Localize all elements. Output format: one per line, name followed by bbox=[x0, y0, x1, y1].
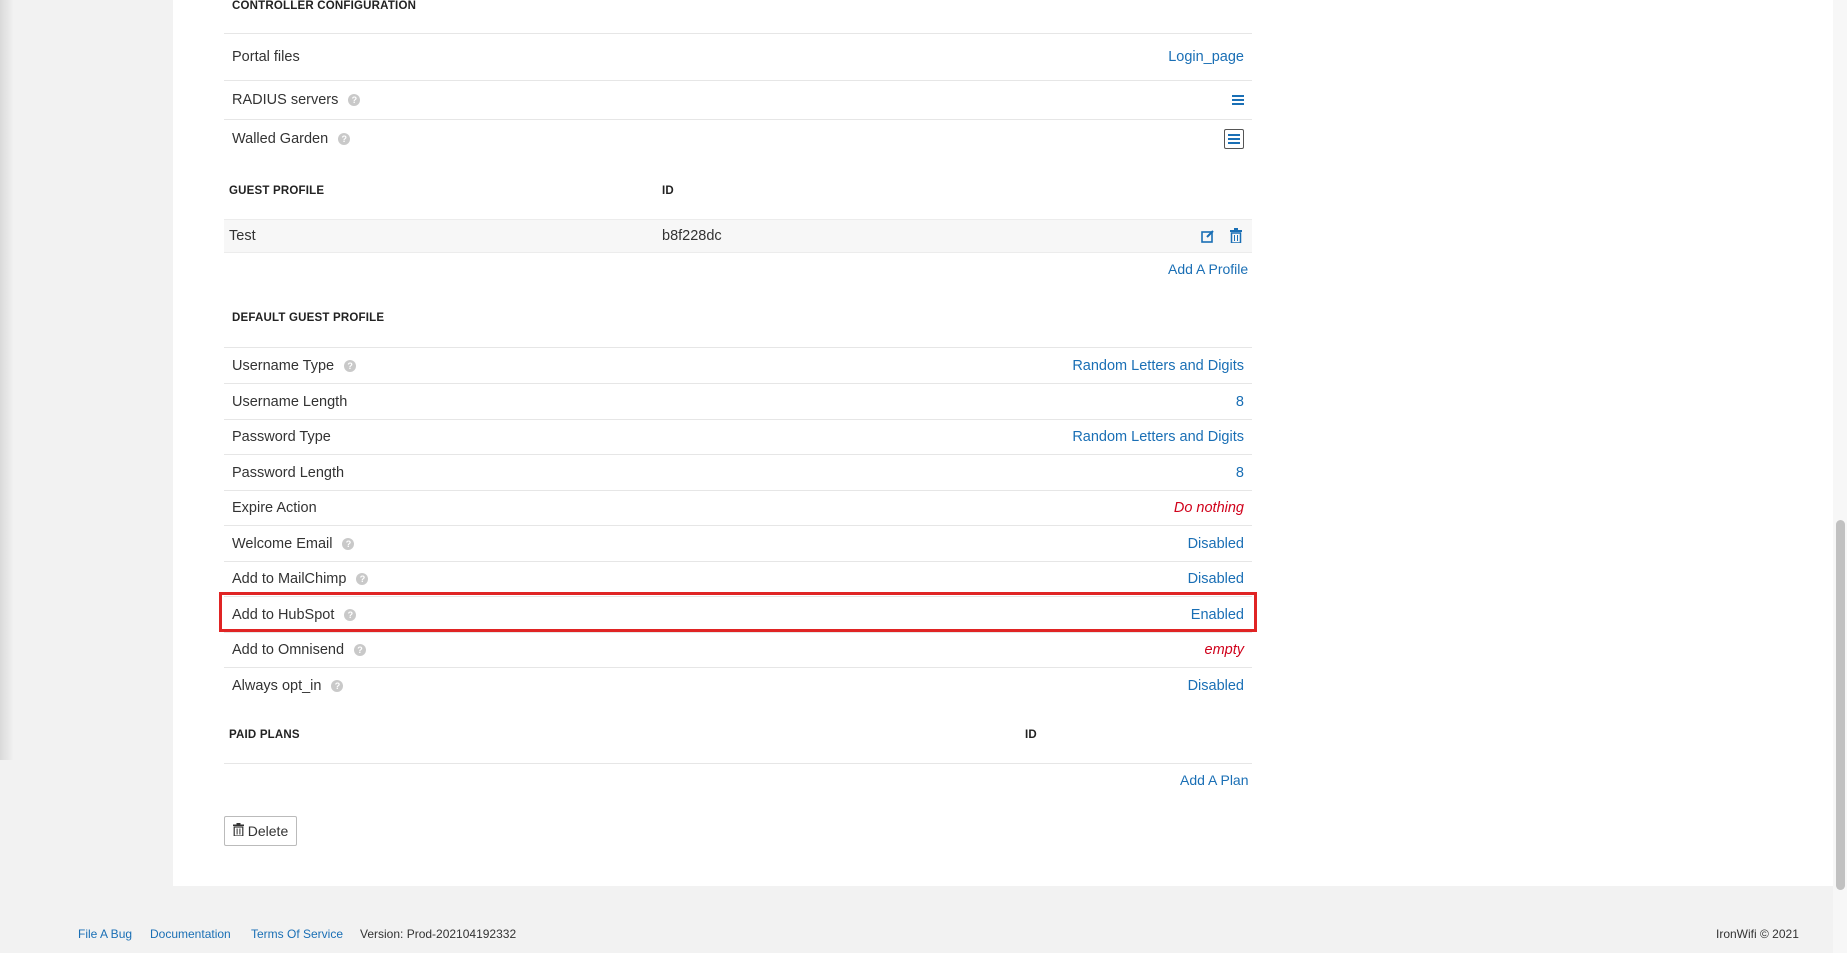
trash-icon bbox=[232, 823, 244, 839]
row-add-to-mailchimp: Add to MailChimp? Disabled bbox=[224, 561, 1252, 596]
row-label: RADIUS servers bbox=[232, 92, 339, 108]
list-icon[interactable] bbox=[1232, 94, 1244, 106]
highlight-box bbox=[219, 592, 1257, 632]
password-length-value[interactable]: 8 bbox=[1236, 465, 1244, 481]
row-welcome-email: Welcome Email? Disabled bbox=[224, 525, 1252, 561]
scrollbar-thumb[interactable] bbox=[1836, 520, 1845, 890]
row-label: Username Length bbox=[232, 393, 348, 410]
row-username-type: Username Type? Random Letters and Digits bbox=[224, 347, 1252, 383]
help-icon[interactable]: ? bbox=[338, 133, 351, 145]
help-icon[interactable]: ? bbox=[354, 644, 367, 656]
default-guest-profile-title: DEFAULT GUEST PROFILE bbox=[232, 312, 385, 324]
expire-action-value[interactable]: Do nothing bbox=[1174, 500, 1244, 516]
portal-files-link[interactable]: Login_page bbox=[1168, 49, 1244, 65]
row-label: Welcome Email bbox=[232, 535, 333, 552]
divider bbox=[224, 763, 1252, 764]
guest-profile-name: Test bbox=[229, 228, 256, 244]
trash-icon[interactable] bbox=[1230, 228, 1242, 247]
always-opt-in-value[interactable]: Disabled bbox=[1188, 678, 1244, 694]
help-icon[interactable]: ? bbox=[348, 94, 361, 106]
row-label: Always opt_in bbox=[232, 677, 322, 694]
welcome-email-value[interactable]: Disabled bbox=[1188, 536, 1244, 552]
row-expire-action: Expire Action Do nothing bbox=[224, 490, 1252, 525]
help-icon[interactable]: ? bbox=[331, 679, 344, 692]
controller-config-title: CONTROLLER CONFIGURATION bbox=[232, 0, 417, 12]
guest-profile-id-header: ID bbox=[662, 185, 674, 197]
row-label: Password Length bbox=[232, 464, 345, 481]
help-icon[interactable]: ? bbox=[356, 573, 369, 585]
username-length-value[interactable]: 8 bbox=[1236, 394, 1244, 410]
add-plan-link[interactable]: Add A Plan bbox=[1180, 772, 1249, 788]
row-label: Add to Omnisend bbox=[232, 642, 345, 658]
paid-plans-id-header: ID bbox=[1025, 729, 1037, 741]
row-walled-garden: Walled Garden ? bbox=[224, 119, 1252, 158]
row-username-length: Username Length 8 bbox=[224, 383, 1252, 419]
row-label: Username Type bbox=[232, 357, 335, 374]
footer-link-documentation[interactable]: Documentation bbox=[150, 927, 231, 941]
scrollbar-track[interactable] bbox=[1833, 0, 1847, 953]
help-icon[interactable]: ? bbox=[344, 359, 357, 372]
row-label: Expire Action bbox=[232, 500, 317, 516]
username-type-value[interactable]: Random Letters and Digits bbox=[1072, 358, 1244, 374]
left-sidebar-shadow bbox=[0, 0, 14, 760]
omnisend-value[interactable]: empty bbox=[1205, 642, 1245, 658]
password-type-value[interactable]: Random Letters and Digits bbox=[1072, 429, 1244, 445]
row-label: Password Type bbox=[232, 429, 331, 445]
mailchimp-value[interactable]: Disabled bbox=[1188, 571, 1244, 587]
help-icon[interactable]: ? bbox=[342, 537, 355, 550]
edit-icon[interactable] bbox=[1201, 229, 1215, 247]
row-portal-files: Portal files Login_page bbox=[224, 33, 1252, 80]
guest-profile-header: GUEST PROFILE bbox=[229, 185, 325, 197]
row-always-opt-in: Always opt_in? Disabled bbox=[224, 667, 1252, 703]
footer-copyright: IronWifi © 2021 bbox=[1716, 927, 1799, 941]
paid-plans-header: PAID PLANS bbox=[229, 729, 300, 741]
row-password-type: Password Type Random Letters and Digits bbox=[224, 419, 1252, 454]
guest-profile-row: Test b8f228dc bbox=[224, 219, 1252, 253]
footer-version: Version: Prod-202104192332 bbox=[360, 927, 517, 941]
add-profile-link[interactable]: Add A Profile bbox=[1168, 261, 1248, 277]
row-label: Add to MailChimp bbox=[232, 571, 347, 587]
guest-profile-id: b8f228dc bbox=[662, 228, 722, 244]
row-label: Portal files bbox=[232, 49, 300, 65]
row-password-length: Password Length 8 bbox=[224, 454, 1252, 490]
delete-label: Delete bbox=[247, 823, 289, 839]
footer-link-terms[interactable]: Terms Of Service bbox=[251, 927, 343, 941]
row-radius-servers: RADIUS servers ? bbox=[224, 80, 1252, 119]
row-label: Walled Garden bbox=[232, 131, 329, 147]
delete-button[interactable]: Delete bbox=[224, 816, 297, 846]
row-add-to-omnisend: Add to Omnisend? empty bbox=[224, 632, 1252, 667]
list-icon[interactable] bbox=[1224, 129, 1244, 149]
footer-link-file-bug[interactable]: File A Bug bbox=[78, 927, 132, 941]
